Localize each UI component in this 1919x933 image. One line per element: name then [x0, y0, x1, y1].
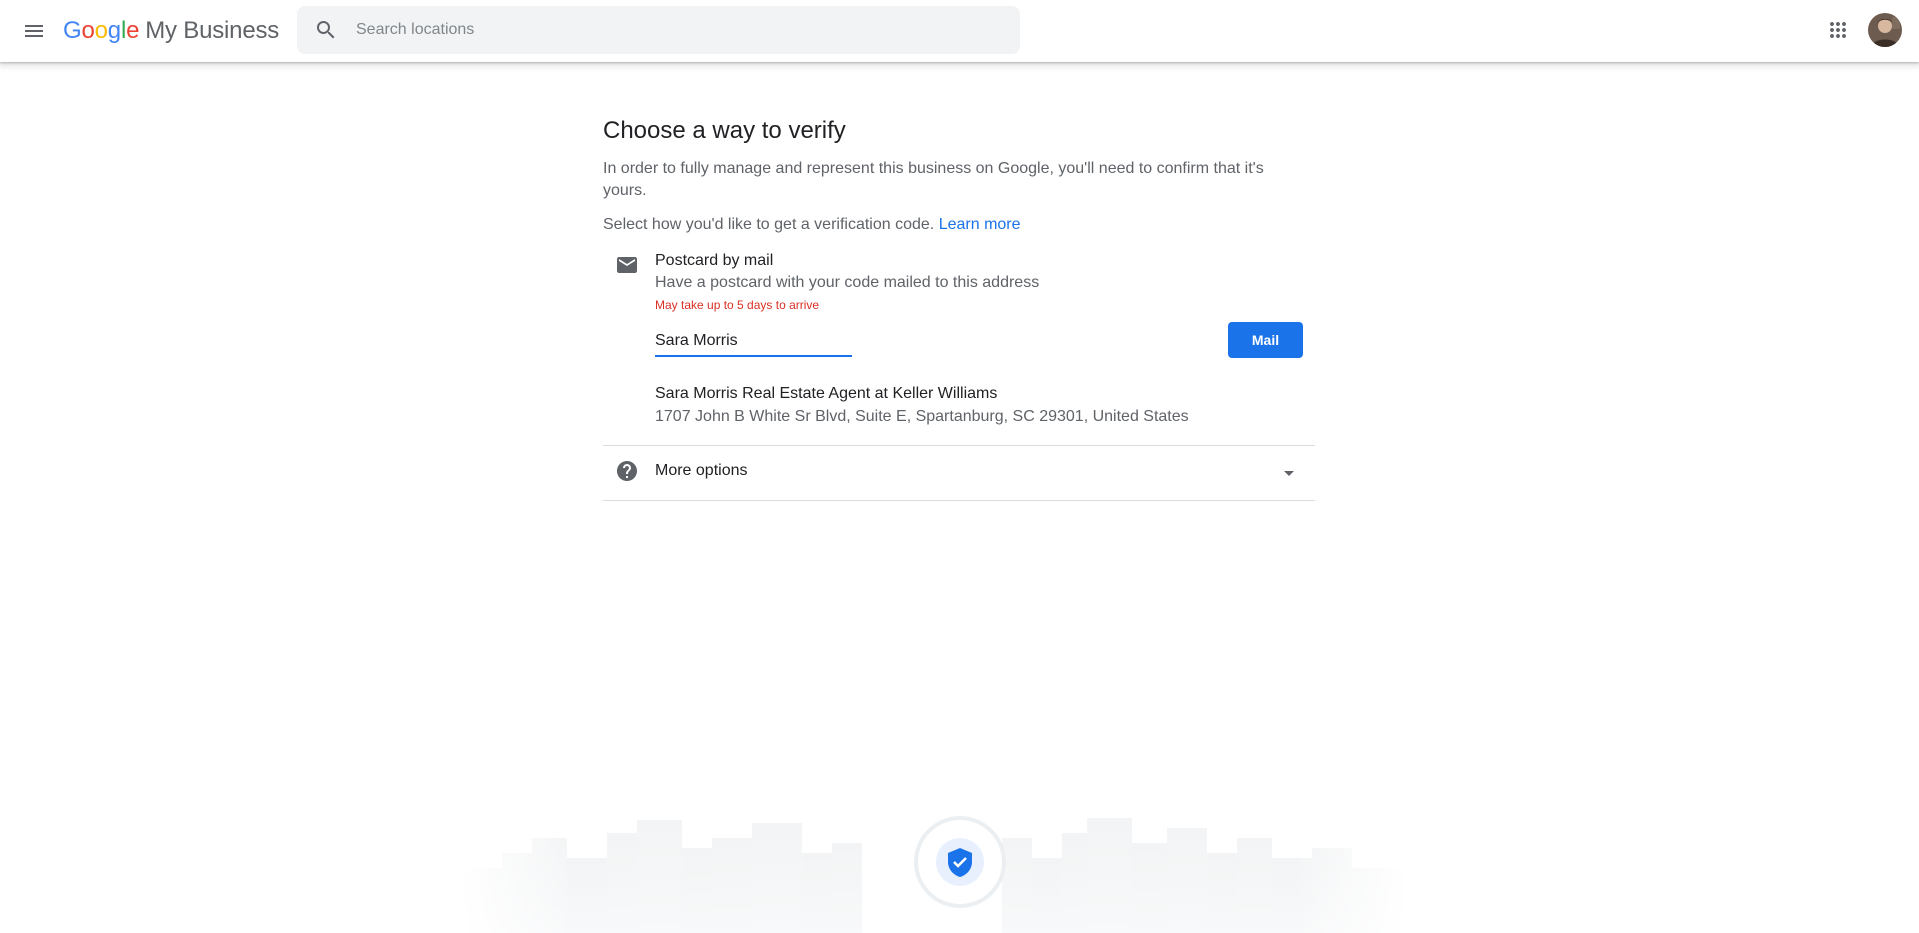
search-icon[interactable]: [314, 18, 338, 42]
mail-icon: [617, 257, 637, 273]
apps-grid-icon[interactable]: [1822, 14, 1854, 46]
learn-more-link[interactable]: Learn more: [939, 216, 1021, 233]
top-app-bar: Google My Business: [0, 0, 1919, 62]
select-text: Select how you'd like to get a verificat…: [603, 216, 935, 233]
menu-icon[interactable]: [18, 15, 50, 47]
caret-down-icon[interactable]: [1277, 461, 1301, 485]
help-icon: [617, 461, 637, 481]
product-name: My Business: [145, 17, 280, 44]
postcard-description: Have a postcard with your code mailed to…: [655, 274, 1040, 291]
search-input[interactable]: [354, 20, 954, 40]
page-title: Choose a way to verify: [603, 117, 846, 144]
delivery-warning: May take up to 5 days to arrive: [655, 298, 820, 312]
more-options-label: More options: [655, 462, 748, 479]
verify-panel: Choose a way to verify In order to fully…: [603, 115, 1315, 501]
search-bar[interactable]: [297, 6, 1020, 54]
postcard-option: Postcard by mail Have a postcard with yo…: [603, 250, 1315, 445]
intro-text: In order to fully manage and represent t…: [603, 160, 1264, 199]
select-instructions: Select how you'd like to get a verificat…: [603, 214, 1315, 236]
contact-name-field[interactable]: [655, 327, 852, 357]
city-skyline-illustration: [462, 808, 1408, 933]
business-address: 1707 John B White Sr Blvd, Suite E, Spar…: [655, 408, 1189, 425]
verified-shield-badge: [914, 816, 1006, 908]
avatar[interactable]: [1868, 13, 1902, 47]
business-name: Sara Morris Real Estate Agent at Keller …: [655, 385, 998, 402]
mail-button[interactable]: Mail: [1228, 322, 1303, 358]
more-options-toggle[interactable]: More options: [603, 445, 1315, 501]
google-my-business-logo[interactable]: Google My Business: [63, 14, 279, 48]
postcard-title: Postcard by mail: [655, 252, 774, 269]
